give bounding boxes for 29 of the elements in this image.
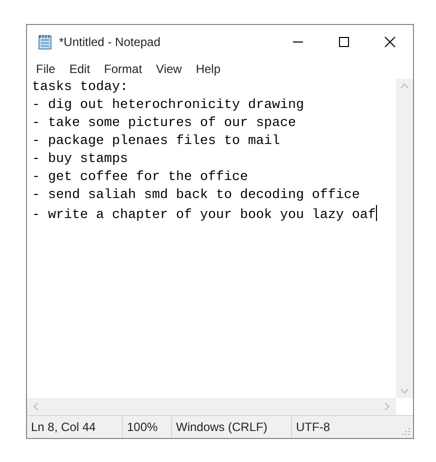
menu-item[interactable]: File bbox=[29, 60, 62, 78]
text-line: - package plenaes files to mail bbox=[32, 134, 280, 149]
text-line: tasks today: bbox=[32, 80, 128, 95]
menu-item[interactable]: Edit bbox=[62, 60, 98, 78]
status-text: Windows (CRLF) bbox=[176, 419, 268, 436]
text-caret bbox=[376, 205, 377, 221]
menu-item[interactable]: Help bbox=[188, 60, 228, 78]
scroll-up-icon[interactable] bbox=[400, 83, 409, 89]
menu-item[interactable]: Format bbox=[97, 60, 150, 78]
resize-grip-icon[interactable] bbox=[401, 426, 411, 436]
notepad-icon bbox=[37, 34, 53, 50]
menu-item[interactable]: View bbox=[149, 60, 189, 78]
status-text: UTF-8 bbox=[296, 419, 330, 436]
text-line: - take some pictures of our space bbox=[32, 116, 296, 131]
scroll-left-icon[interactable] bbox=[33, 402, 39, 411]
maximize-icon[interactable] bbox=[338, 36, 350, 48]
horizontal-scrollbar[interactable] bbox=[27, 398, 396, 415]
text-line: - buy stamps bbox=[32, 152, 128, 167]
scroll-down-icon[interactable] bbox=[400, 388, 409, 394]
text-line: - dig out heterochronicity drawing bbox=[32, 98, 304, 113]
status-text: 100% bbox=[127, 419, 158, 436]
status-text: Ln 8, Col 44 bbox=[31, 419, 96, 436]
vertical-scrollbar[interactable] bbox=[396, 79, 413, 398]
window-title: *Untitled - Notepad bbox=[59, 34, 162, 51]
text-line: - get coffee for the office bbox=[32, 170, 248, 185]
close-icon[interactable] bbox=[384, 36, 396, 48]
text-line: - send saliah smd back to decoding office bbox=[32, 188, 360, 203]
scroll-right-icon[interactable] bbox=[384, 402, 390, 411]
text-line: - write a chapter of your book you lazy oaf bbox=[32, 208, 376, 223]
